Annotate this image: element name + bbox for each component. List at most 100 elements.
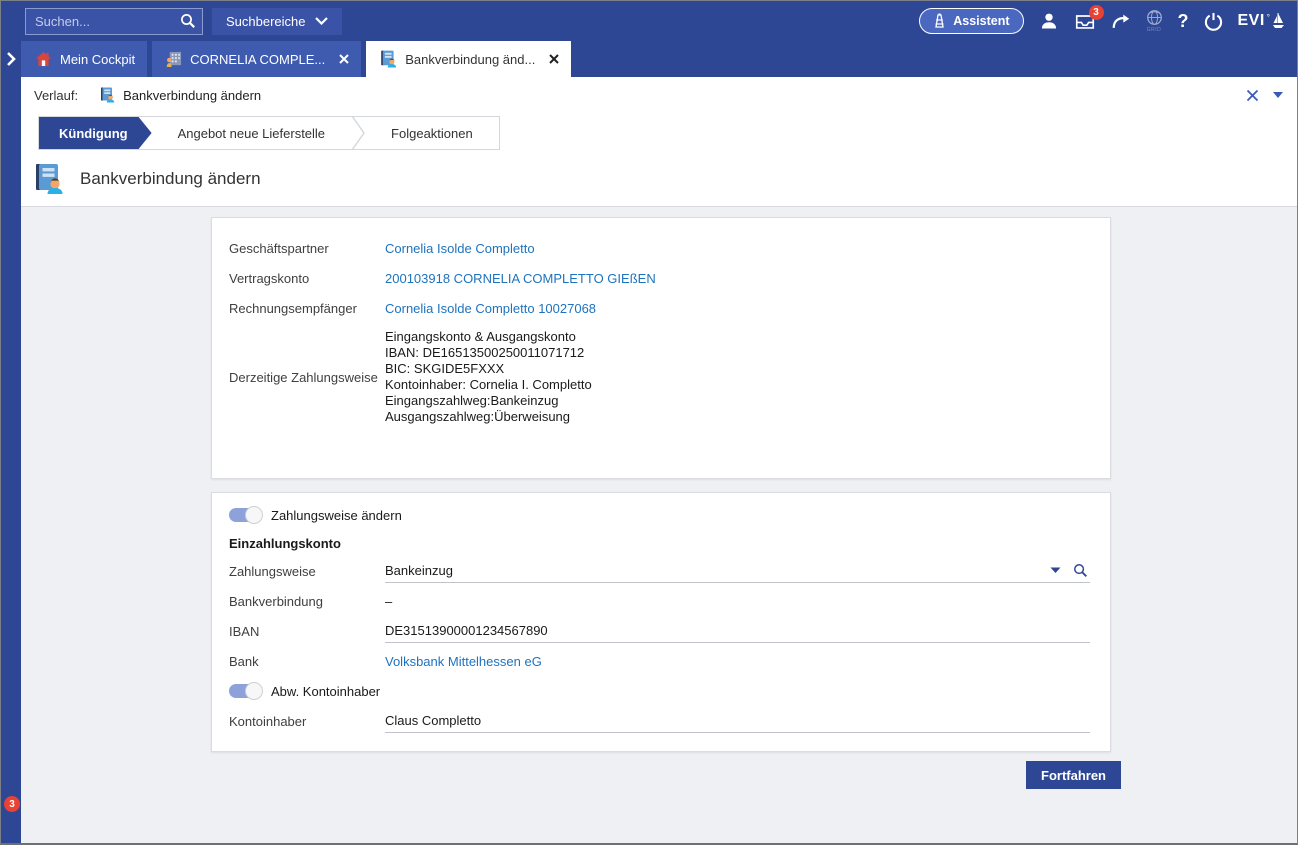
close-icon[interactable] xyxy=(1246,89,1259,102)
search-icon[interactable] xyxy=(180,13,196,29)
form-row-vertragskonto: Vertragskonto 200103918 CORNELIA COMPLET… xyxy=(229,263,1090,293)
field-label: Bankverbindung xyxy=(229,594,385,609)
search-input[interactable] xyxy=(35,14,180,29)
field-label: Derzeitige Zahlungsweise xyxy=(229,370,385,385)
assistant-button[interactable]: Assistent xyxy=(919,8,1023,34)
section-header-einzahlungskonto: Einzahlungskonto xyxy=(229,530,1090,556)
wizard-step-angebot[interactable]: Angebot neue Lieferstelle xyxy=(152,117,351,149)
book-person-icon xyxy=(380,50,397,68)
tab-close-icon[interactable] xyxy=(339,54,349,64)
building-person-icon xyxy=(166,51,182,68)
logout-button[interactable] xyxy=(1204,12,1223,31)
tab-bar: Mein Cockpit CORNELIA COMPLE... Bankverb… xyxy=(1,41,1297,77)
form-row-iban: IBAN DE31513900001234567890 xyxy=(229,616,1090,646)
tab-label: Mein Cockpit xyxy=(60,52,135,67)
zahlungsweise-select[interactable]: Bankeinzug xyxy=(385,559,1090,583)
vertragskonto-link[interactable]: 200103918 CORNELIA COMPLETTO GIEßEN xyxy=(385,271,656,286)
home-icon xyxy=(35,51,52,67)
book-person-icon xyxy=(34,163,64,195)
lighthouse-icon xyxy=(933,13,946,29)
globe-icon xyxy=(1146,9,1163,26)
field-label: Zahlungsweise xyxy=(229,564,385,579)
inbox-button[interactable]: 3 xyxy=(1074,12,1096,31)
history-item-label: Bankverbindung ändern xyxy=(123,88,261,103)
chevron-right-icon xyxy=(6,52,16,66)
bankverbindung-value-wrap: – xyxy=(385,589,1090,613)
power-icon xyxy=(1204,12,1223,31)
field-icons xyxy=(1050,563,1090,578)
field-label: Geschäftspartner xyxy=(229,241,385,256)
form-row-geschaeftspartner: Geschäftspartner Cornelia Isolde Complet… xyxy=(229,233,1090,263)
tab-label: CORNELIA COMPLE... xyxy=(190,52,325,67)
content-header: Verlauf: Bankverbindung ändern Kündigung… xyxy=(21,77,1297,206)
grid-label: GRID xyxy=(1147,27,1162,33)
search-areas-label: Suchbereiche xyxy=(226,14,306,29)
form-row-bankverbindung: Bankverbindung – xyxy=(229,586,1090,616)
continue-button[interactable]: Fortfahren xyxy=(1026,761,1121,789)
user-menu-button[interactable] xyxy=(1039,11,1059,31)
zahlungsweise-value: Bankeinzug xyxy=(385,563,453,578)
bank-link[interactable]: Volksbank Mittelhessen eG xyxy=(385,654,542,669)
payment-detail-line: Kontoinhaber: Cornelia I. Completto xyxy=(385,377,592,393)
iban-value: DE31513900001234567890 xyxy=(385,623,548,638)
wizard-step-folgeaktionen[interactable]: Folgeaktionen xyxy=(365,117,499,149)
bank-value-wrap: Volksbank Mittelhessen eG xyxy=(385,649,1090,673)
iban-input[interactable]: DE31513900001234567890 xyxy=(385,619,1090,643)
tab-close-icon[interactable] xyxy=(549,54,559,64)
book-person-icon xyxy=(100,87,115,103)
inbox-badge: 3 xyxy=(1089,5,1104,20)
history-label: Verlauf: xyxy=(34,88,78,103)
form-row-derzeitige-zahlungsweise: Derzeitige Zahlungsweise Eingangskonto &… xyxy=(229,329,1090,425)
side-notification-badge: 3 xyxy=(4,796,20,812)
history-bar-actions xyxy=(1246,77,1283,113)
tab-bankverbindung-aendern[interactable]: Bankverbindung änd... xyxy=(366,41,571,77)
toggle-row-abw-kontoinhaber: Abw. Kontoinhaber xyxy=(229,676,1090,706)
geschaeftspartner-link[interactable]: Cornelia Isolde Completto xyxy=(385,241,535,256)
kontoinhaber-value: Claus Completto xyxy=(385,713,481,728)
chevron-separator-icon xyxy=(351,117,365,149)
rechnungsempfaenger-link[interactable]: Cornelia Isolde Completto 10027068 xyxy=(385,301,596,316)
form-row-rechnungsempfaenger: Rechnungsempfänger Cornelia Isolde Compl… xyxy=(229,293,1090,323)
wizard-step-kuendigung[interactable]: Kündigung xyxy=(39,117,152,149)
history-item[interactable]: Bankverbindung ändern xyxy=(100,87,261,103)
page-title-row: Bankverbindung ändern xyxy=(34,163,261,195)
toggle-label: Zahlungsweise ändern xyxy=(271,508,402,523)
toggle-label: Abw. Kontoinhaber xyxy=(271,684,380,699)
main-content: Geschäftspartner Cornelia Isolde Complet… xyxy=(21,206,1297,844)
field-label: Rechnungsempfänger xyxy=(229,301,385,316)
form-row-zahlungsweise: Zahlungsweise Bankeinzug xyxy=(229,556,1090,586)
tab-mein-cockpit[interactable]: Mein Cockpit xyxy=(21,41,147,77)
left-side-strip: 3 xyxy=(1,77,21,844)
history-bar: Verlauf: Bankverbindung ändern xyxy=(21,77,1297,113)
forward-arrow-icon xyxy=(1111,13,1131,30)
search-icon[interactable] xyxy=(1073,563,1088,578)
payment-detail-line: Eingangszahlweg:Bankeinzug xyxy=(385,393,592,409)
forward-button[interactable] xyxy=(1111,13,1131,30)
logo-text: EVI xyxy=(1238,12,1265,30)
sidebar-expand-button[interactable] xyxy=(1,41,21,77)
kontoinhaber-input[interactable]: Claus Completto xyxy=(385,709,1090,733)
tab-label: Bankverbindung änd... xyxy=(405,52,535,67)
logo-mark: ° xyxy=(1267,13,1270,22)
topbar-actions: Assistent 3 GRID ? EVI ° xyxy=(919,8,1297,34)
toggle-knob xyxy=(245,682,263,700)
toggle-knob xyxy=(245,506,263,524)
help-button[interactable]: ? xyxy=(1178,11,1189,32)
payment-detail-line: BIC: SKGIDE5FXXX xyxy=(385,361,592,377)
grid-button[interactable]: GRID xyxy=(1146,9,1163,33)
field-label: Bank xyxy=(229,654,385,669)
search-areas-dropdown[interactable]: Suchbereiche xyxy=(212,8,342,35)
abw-kontoinhaber-toggle[interactable] xyxy=(229,684,259,698)
chevron-down-icon[interactable] xyxy=(1050,567,1061,574)
current-payment-details: Eingangskonto & Ausgangskonto IBAN: DE16… xyxy=(385,329,592,425)
user-icon xyxy=(1039,11,1059,31)
payment-detail-line: Ausgangszahlweg:Überweisung xyxy=(385,409,592,425)
toggle-row-zahlungsweise-aendern: Zahlungsweise ändern xyxy=(229,500,1090,530)
zahlungsweise-aendern-toggle[interactable] xyxy=(229,508,259,522)
tab-cornelia-completto[interactable]: CORNELIA COMPLE... xyxy=(152,41,361,77)
field-label: Kontoinhaber xyxy=(229,714,385,729)
field-label: Vertragskonto xyxy=(229,271,385,286)
global-search[interactable] xyxy=(25,8,203,35)
new-payment-panel: Zahlungsweise ändern Einzahlungskonto Za… xyxy=(211,492,1111,752)
chevron-down-icon[interactable] xyxy=(1273,92,1283,98)
